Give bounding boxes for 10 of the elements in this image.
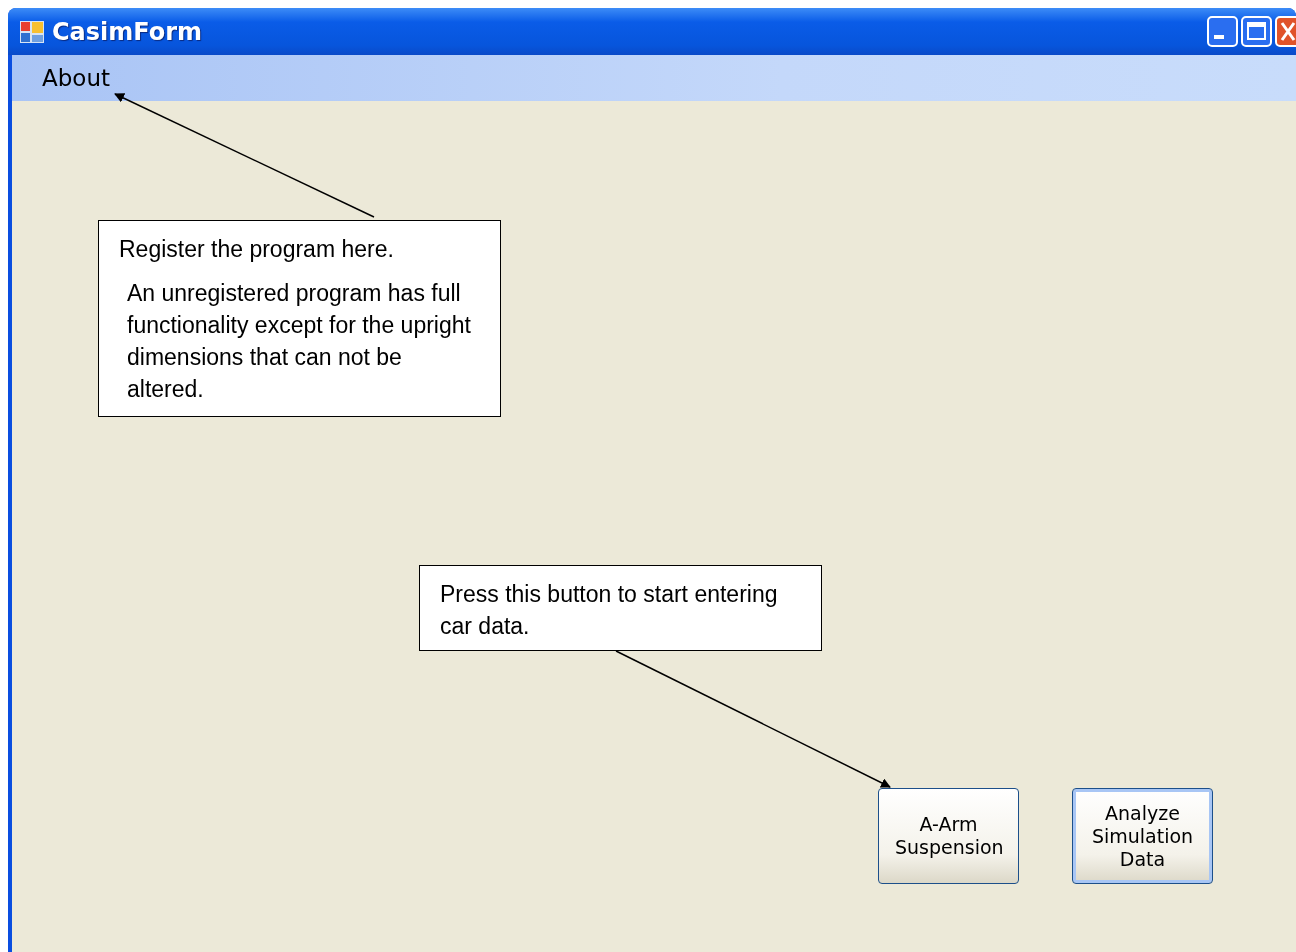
app-icon — [20, 20, 44, 43]
close-icon[interactable] — [1275, 16, 1296, 47]
window-title: CasimForm — [52, 17, 203, 46]
action-button[interactable]: A-Arm Suspension — [878, 788, 1019, 884]
menu-item[interactable]: About — [36, 63, 116, 93]
callout-note: Register the program here. An unregistered program has full functionality except for the upright dimensions that can not be altered. — [98, 220, 501, 417]
callout-note: Press this button to start entering car data. — [419, 565, 822, 651]
maximize-icon[interactable] — [1241, 16, 1272, 47]
action-button[interactable]: Analyze Simulation Data — [1072, 788, 1213, 884]
minimize-icon[interactable] — [1207, 16, 1238, 47]
